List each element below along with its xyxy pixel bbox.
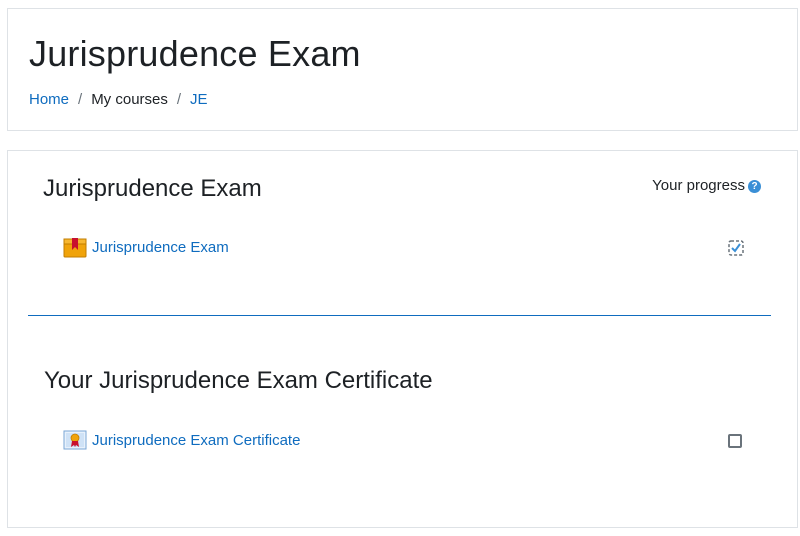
breadcrumb-home-link[interactable]: Home: [29, 91, 69, 108]
breadcrumb-my-courses: My courses: [91, 91, 168, 108]
certificate-icon: [63, 428, 87, 452]
breadcrumb-separator: /: [176, 91, 182, 108]
certificate-link[interactable]: Jurisprudence Exam Certificate: [92, 432, 300, 449]
breadcrumb-separator: /: [78, 91, 83, 108]
section-title: Your Jurisprudence Exam Certificate: [44, 367, 433, 394]
page-header: Jurisprudence Exam Home / My courses / J…: [7, 8, 798, 131]
help-icon[interactable]: ?: [748, 180, 761, 193]
completion-checkbox-checked[interactable]: [728, 240, 744, 256]
activity-certificate: Jurisprudence Exam Certificate: [63, 428, 300, 452]
quiz-icon: [63, 235, 87, 259]
breadcrumb: Home / My courses / JE: [29, 91, 208, 108]
completion-checkbox-unchecked[interactable]: [728, 434, 742, 448]
activity-quiz: Jurisprudence Exam: [63, 235, 229, 259]
quiz-link[interactable]: Jurisprudence Exam: [92, 239, 229, 256]
progress-header: Your progress ?: [652, 177, 761, 194]
section-title: Jurisprudence Exam: [43, 175, 262, 202]
page-title: Jurisprudence Exam: [29, 33, 361, 74]
course-content: Jurisprudence Exam Your progress ? Juris…: [7, 150, 798, 528]
section-divider: [28, 315, 771, 316]
breadcrumb-course-link[interactable]: JE: [190, 91, 208, 108]
progress-label: Your progress: [652, 177, 745, 194]
